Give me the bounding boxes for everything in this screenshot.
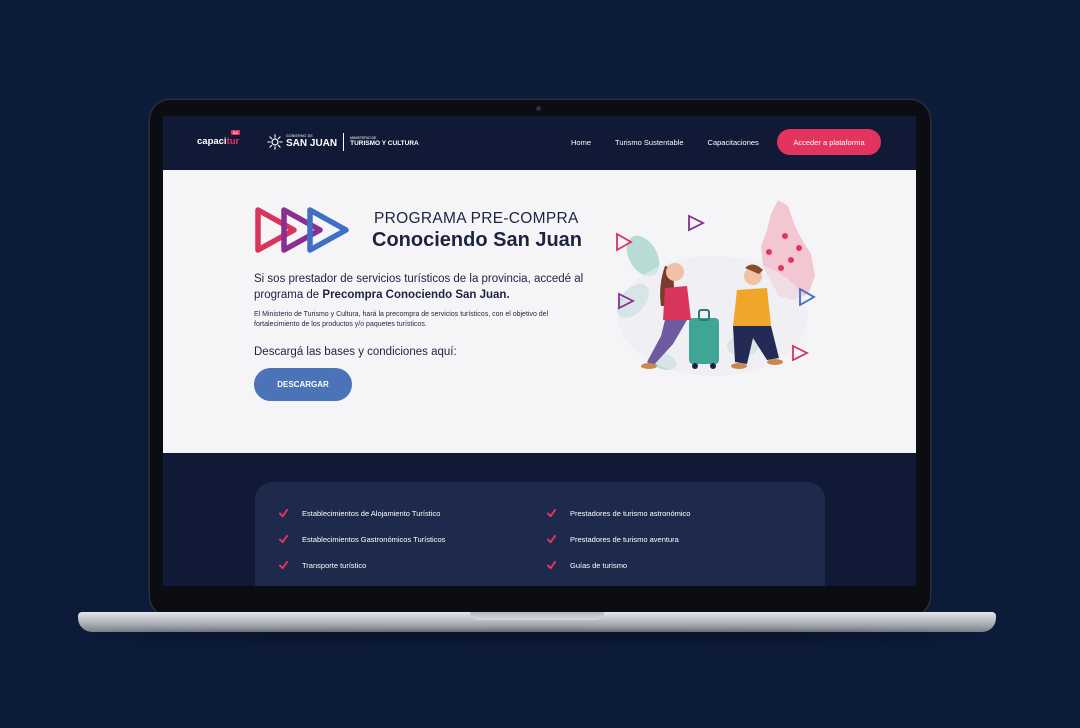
hero-section: PROGRAMA PRE-COMPRA Conociendo San Juan … <box>163 170 916 453</box>
download-button[interactable]: DESCARGAR <box>254 368 352 401</box>
check-icon <box>279 509 288 518</box>
program-kicker: PROGRAMA PRE-COMPRA <box>374 210 579 227</box>
list-item: Prestadores de turismo aventura <box>547 535 679 544</box>
list-item: Establecimientos Gastronómicos Turístico… <box>279 535 445 544</box>
travelers-illustration <box>616 200 816 376</box>
list-item: Establecimientos de Alojamiento Turístic… <box>279 509 440 518</box>
check-icon <box>279 535 288 544</box>
program-title: Conociendo San Juan <box>372 229 583 251</box>
nav-home[interactable]: Home <box>571 138 591 147</box>
check-icon <box>547 509 556 518</box>
program-play-arrows-logo <box>255 207 349 253</box>
lead-paragraph: Si sos prestador de servicios turísticos… <box>254 273 584 301</box>
list-item: Guías de turismo <box>547 561 627 570</box>
govt-name: SAN JUAN <box>286 137 338 149</box>
access-platform-button[interactable]: Acceder a plataforma <box>777 129 881 155</box>
capacitur-logo[interactable]: capacitur SJ <box>197 130 240 147</box>
laptop-notch <box>470 612 604 620</box>
logo-divider <box>343 133 345 151</box>
camera-dot <box>536 106 541 111</box>
laptop-screen: capacitur SJ GOBIERNO DE SAN JUAN MINIST… <box>163 116 916 586</box>
description-paragraph: El Ministerio de Turismo y Cultura, hará… <box>254 311 549 328</box>
check-icon <box>279 561 288 570</box>
nav-turismo-sustentable[interactable]: Turismo Sustentable <box>615 138 684 147</box>
list-item: Prestadores de turismo astronómico <box>547 509 690 518</box>
features-section: Establecimientos de Alojamiento Turístic… <box>163 453 916 586</box>
laptop-shadow <box>100 632 974 640</box>
download-label: Descargá las bases y condiciones aquí: <box>254 346 457 358</box>
sun-emblem-icon <box>267 134 283 150</box>
navbar: capacitur SJ GOBIERNO DE SAN JUAN MINIST… <box>163 116 916 170</box>
list-item: Transporte turístico <box>279 561 366 570</box>
features-card: Establecimientos de Alojamiento Turístic… <box>255 482 825 586</box>
nav-capacitaciones[interactable]: Capacitaciones <box>708 138 759 147</box>
check-icon <box>547 535 556 544</box>
ministry-name: TURISMO Y CULTURA <box>350 139 419 147</box>
nav-links: Home Turismo Sustentable Capacitaciones <box>571 138 783 147</box>
san-juan-government-logo: GOBIERNO DE SAN JUAN MINISTERIO DE TURIS… <box>267 133 419 151</box>
check-icon <box>547 561 556 570</box>
